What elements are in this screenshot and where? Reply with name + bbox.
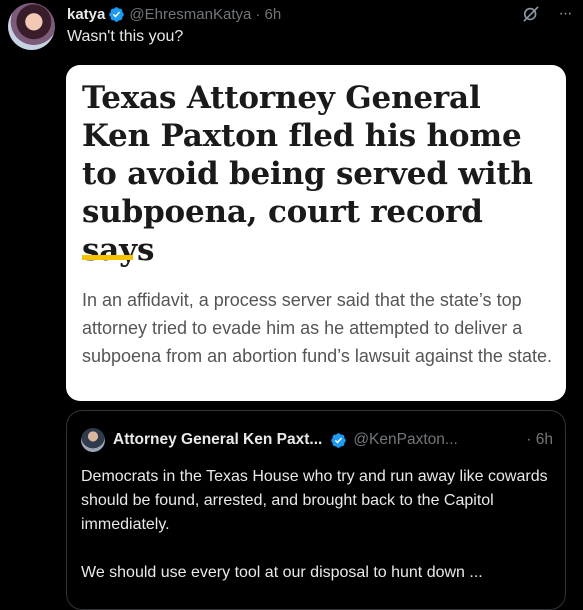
tweet-header: katya @EhresmanKatya · 6h ··· [67, 4, 575, 24]
quoted-author-name[interactable]: Attorney General Ken Paxt... [113, 431, 322, 449]
more-icon[interactable]: ··· [555, 4, 575, 24]
quoted-tweet-timestamp[interactable]: · 6h [526, 431, 553, 449]
quoted-author-handle[interactable]: @KenPaxton... [353, 431, 458, 449]
article-card[interactable]: Texas Attorney General Ken Paxton fled h… [66, 65, 566, 401]
author-avatar[interactable] [8, 3, 55, 50]
quoted-author-avatar[interactable] [81, 428, 105, 452]
headline-accent-bar [82, 255, 133, 260]
verified-badge-icon [331, 432, 347, 448]
article-headline: Texas Attorney General Ken Paxton fled h… [82, 80, 533, 268]
quoted-tweet-paragraph: Democrats in the Texas House who try and… [81, 468, 548, 533]
article-summary: In an affidavit, a process server said t… [82, 290, 552, 366]
quoted-tweet-header: Attorney General Ken Paxt... @KenPaxton.… [81, 428, 553, 452]
tweet-text: Wasn't this you? [67, 28, 184, 45]
tweet-timestamp[interactable]: · 6h [255, 6, 281, 23]
quoted-tweet-text: Democrats in the Texas House who try and… [81, 465, 553, 585]
quoted-tweet-card[interactable]: Attorney General Ken Paxt... @KenPaxton.… [66, 410, 566, 610]
more-label: ··· [558, 5, 573, 22]
quoted-tweet-paragraph: We should use every tool at our disposal… [81, 564, 483, 581]
grok-icon[interactable] [521, 4, 541, 24]
author-display-name[interactable]: katya [67, 6, 105, 23]
verified-badge-icon [109, 6, 125, 22]
author-handle[interactable]: @EhresmanKatya [129, 6, 251, 23]
